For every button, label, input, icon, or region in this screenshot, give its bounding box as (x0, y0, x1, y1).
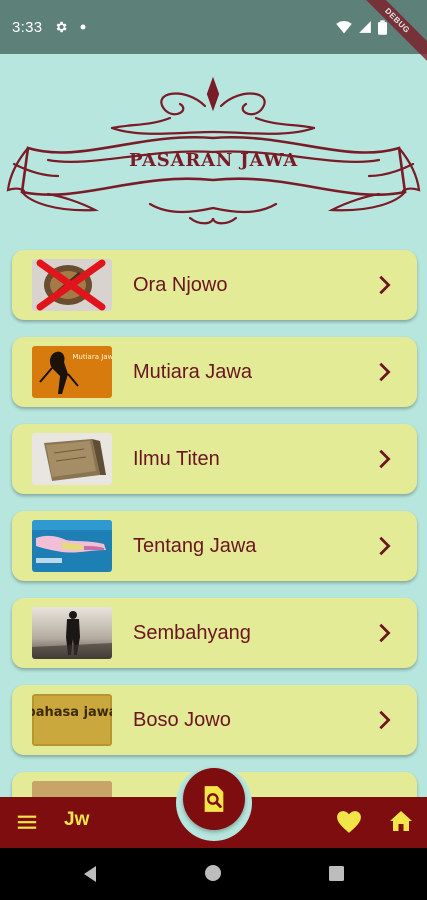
thumb-old-book (32, 433, 112, 485)
back-icon[interactable] (80, 864, 100, 884)
java-map-image (32, 520, 112, 572)
menu-item-label: Tentang Jawa (133, 534, 257, 557)
wifi-icon (336, 20, 352, 33)
system-nav-bar (0, 848, 427, 900)
menu-item-boso-jowo[interactable]: bahasa jawa Boso Jowo (12, 685, 417, 755)
menu-item-ilmu-titen[interactable]: Ilmu Titen (12, 424, 417, 494)
wayang-puppet-image: Mutiara Jawa (32, 346, 112, 398)
chevron-right-icon (379, 362, 391, 382)
menu-item-label: Ilmu Titen (133, 447, 220, 470)
chevron-right-icon (379, 536, 391, 556)
bahasa-jawa-image: bahasa jawa (32, 694, 112, 746)
thumb-wayang-crossed (32, 259, 112, 311)
thumb-bahasa-jawa: bahasa jawa (32, 694, 112, 746)
status-right (336, 19, 387, 35)
menu-item-tentang-jawa[interactable]: Tentang Jawa (12, 511, 417, 581)
old-book-image (32, 433, 112, 485)
gear-icon (56, 21, 68, 33)
hamburger-menu-icon[interactable] (16, 811, 38, 833)
heart-icon[interactable] (336, 810, 362, 834)
wayang-crossed-out-image (32, 259, 112, 311)
status-bar: 3:33 DEBUG (0, 0, 427, 69)
thumb-wayang-puppet: Mutiara Jawa (32, 346, 112, 398)
signal-icon (359, 21, 371, 33)
thumb-java-map (32, 520, 112, 572)
chevron-right-icon (379, 449, 391, 469)
chevron-right-icon (379, 623, 391, 643)
menu-item-sembahyang[interactable]: Sembahyang (12, 598, 417, 668)
recent-apps-icon[interactable] (328, 865, 345, 882)
menu-item-mutiara-jawa[interactable]: Mutiara Jawa Mutiara Jawa (12, 337, 417, 407)
status-left: 3:33 (12, 19, 86, 36)
thumb-caption: bahasa jawa (32, 705, 112, 720)
header-banner: PASARAN JAWA (0, 68, 427, 238)
page-title: PASARAN JAWA (128, 150, 299, 171)
status-time: 3:33 (12, 18, 43, 36)
chevron-right-icon (379, 275, 391, 295)
menu-item-ora-njowo[interactable]: Ora Njowo (12, 250, 417, 320)
menu-item-label: Boso Jowo (133, 708, 231, 731)
home-icon[interactable] (389, 809, 413, 833)
home-circle-icon[interactable] (203, 863, 223, 883)
thumb-person-silhouette (32, 607, 112, 659)
menu-item-label: Sembahyang (133, 621, 251, 644)
app-abbreviation: Jw (64, 809, 90, 830)
search-document-fab[interactable] (183, 768, 245, 830)
battery-icon (378, 19, 387, 35)
menu-item-label: Mutiara Jawa (133, 360, 252, 383)
thumb-caption: Mutiara Jawa (72, 353, 112, 361)
dot-icon (80, 24, 86, 30)
person-silhouette-image (32, 607, 112, 659)
search-document-icon (204, 786, 224, 812)
chevron-right-icon (379, 710, 391, 730)
menu-item-label: Ora Njowo (133, 273, 228, 296)
